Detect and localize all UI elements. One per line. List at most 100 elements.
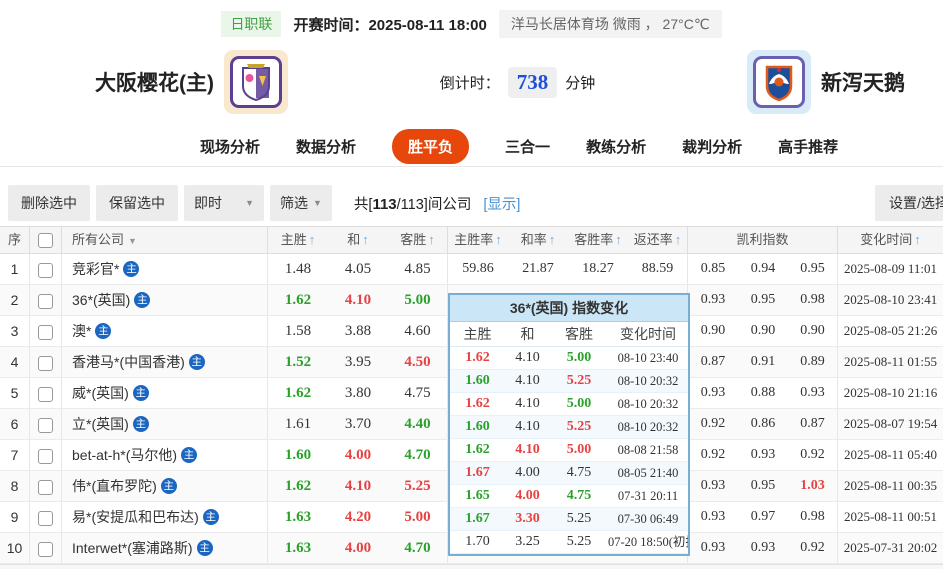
odds-cell[interactable]: 5.00 (388, 502, 448, 532)
odds-cell[interactable]: 1.61 (268, 409, 328, 439)
tab-5[interactable]: 教练分析 (586, 136, 646, 157)
odds-cell[interactable]: 3.80 (328, 378, 388, 408)
company-name[interactable]: 澳* (72, 316, 91, 346)
odds-cell[interactable]: 1.48 (268, 254, 328, 284)
odds-cell[interactable]: 4.60 (388, 316, 448, 346)
company-cell: 立*(英国) 主 (62, 409, 268, 439)
popup-headers: 主胜 和 客胜 变化时间 (450, 322, 688, 347)
header-return-rate[interactable]: 返还率 ↑ (628, 227, 688, 253)
company-name[interactable]: 立*(英国) (72, 409, 129, 439)
header-draw-rate[interactable]: 和率 ↑ (508, 227, 568, 253)
company-name[interactable]: 36*(英国) (72, 285, 130, 315)
popup-header-1: 主胜 (463, 326, 492, 342)
odds-cell[interactable]: 1.63 (268, 533, 328, 563)
header-draw-odds[interactable]: 和 ↑ (328, 227, 388, 253)
filter-select[interactable]: 筛选 ▼ (270, 185, 332, 221)
odds-time-select[interactable]: 即时 ▼ (184, 185, 264, 221)
row-checkbox[interactable] (38, 448, 53, 464)
checkbox-cell (30, 254, 62, 284)
popup-row: 1.60 4.10 5.25 08-10 20:32 (450, 416, 688, 439)
odds-cell[interactable]: 4.00 (328, 533, 388, 563)
header-change-time[interactable]: 变化时间 ↑ (838, 227, 943, 253)
odds-cell[interactable]: 1.62 (268, 471, 328, 501)
row-checkbox[interactable] (38, 510, 53, 526)
tab-2[interactable]: 数据分析 (296, 136, 356, 157)
odds-cell[interactable]: 4.10 (328, 471, 388, 501)
row-checkbox[interactable] (38, 541, 53, 557)
settings-select-button[interactable]: 设置/选择 (875, 185, 943, 221)
row-checkbox[interactable] (38, 417, 53, 433)
popup-time: 08-10 20:32 (617, 397, 679, 411)
header-home-odds[interactable]: 主胜 ↑ (268, 227, 328, 253)
company-name[interactable]: 竞彩官* (72, 254, 119, 284)
tab-7[interactable]: 高手推荐 (778, 136, 838, 157)
tab-6[interactable]: 裁判分析 (682, 136, 742, 157)
show-link[interactable]: [显示] (483, 193, 520, 214)
odds-cell[interactable]: 4.00 (328, 440, 388, 470)
odds-cell[interactable]: 5.25 (388, 471, 448, 501)
rate-cell: 88.59 (628, 254, 688, 284)
company-name[interactable]: Interwet*(塞浦路斯) (72, 533, 193, 563)
odds-cell[interactable]: 1.58 (268, 316, 328, 346)
kelly-cell: 0.95 (750, 292, 776, 307)
home-team-name[interactable]: 大阪樱花(主) (95, 67, 214, 97)
away-team-name[interactable]: 新泻天鹅 (821, 67, 905, 97)
company-name[interactable]: bet-at-h*(马尔他) (72, 440, 177, 470)
chevron-down-icon: ▼ (313, 198, 322, 208)
popup-time: 08-10 20:32 (617, 420, 679, 434)
odds-cell[interactable]: 4.70 (388, 533, 448, 563)
kelly-cell: 0.98 (788, 285, 838, 315)
odds-cell[interactable]: 5.00 (388, 285, 448, 315)
sort-asc-icon: ↑ (428, 232, 435, 247)
odds-cell[interactable]: 1.52 (268, 347, 328, 377)
odds-cell[interactable]: 4.75 (388, 378, 448, 408)
odds-cell[interactable]: 3.88 (328, 316, 388, 346)
home-badge-icon: 主 (196, 540, 213, 556)
keep-selected-button[interactable]: 保留选中 (96, 185, 178, 221)
header-away-odds[interactable]: 客胜 ↑ (388, 227, 448, 253)
row-index: 8 (0, 471, 30, 501)
odds-cell[interactable]: 1.60 (268, 440, 328, 470)
odds-cell[interactable]: 4.40 (388, 409, 448, 439)
odds-cell[interactable]: 1.63 (268, 502, 328, 532)
odds-cell[interactable]: 3.70 (328, 409, 388, 439)
company-name[interactable]: 香港马*(中国香港) (72, 347, 185, 377)
header-home-rate[interactable]: 主胜率 ↑ (448, 227, 508, 253)
row-checkbox[interactable] (38, 386, 53, 402)
odds-cell[interactable]: 1.62 (268, 285, 328, 315)
row-checkbox[interactable] (38, 262, 53, 278)
odds-cell[interactable]: 4.20 (328, 502, 388, 532)
odds-cell[interactable]: 4.70 (388, 440, 448, 470)
home-badge-icon: 主 (202, 509, 219, 525)
league-badge[interactable]: 日职联 (221, 11, 282, 37)
row-checkbox[interactable] (38, 324, 53, 340)
tab-1[interactable]: 现场分析 (200, 136, 260, 157)
popup-odds: 1.67 (465, 511, 490, 526)
tab-3[interactable]: 胜平负 (392, 128, 470, 164)
tab-4[interactable]: 三合一 (505, 136, 550, 157)
odds-cell[interactable]: 4.50 (388, 347, 448, 377)
odds-cell[interactable]: 1.62 (268, 378, 328, 408)
company-name[interactable]: 威*(英国) (72, 378, 129, 408)
odds-cell[interactable]: 4.10 (328, 285, 388, 315)
header-away-rate[interactable]: 客胜率 ↑ (568, 227, 628, 253)
row-checkbox[interactable] (38, 293, 53, 309)
header-company[interactable]: 所有公司 ▼ (62, 227, 268, 253)
company-name[interactable]: 伟*(直布罗陀) (72, 471, 157, 501)
change-time: 2025-08-11 00:35 (843, 478, 938, 493)
popup-header-4: 变化时间 (620, 326, 676, 342)
select-all-checkbox[interactable] (38, 233, 53, 249)
delete-selected-button[interactable]: 删除选中 (8, 185, 90, 221)
kelly-cell: 0.93 (700, 385, 726, 400)
change-time: 2025-08-11 05:40 (843, 447, 938, 462)
popup-odds: 3.25 (515, 534, 540, 549)
odds-cell[interactable]: 3.95 (328, 347, 388, 377)
popup-time: 08-10 20:32 (617, 374, 679, 388)
odds-cell[interactable]: 4.05 (328, 254, 388, 284)
odds-cell[interactable]: 4.85 (388, 254, 448, 284)
row-checkbox[interactable] (38, 479, 53, 495)
home-badge-icon: 主 (188, 354, 205, 370)
row-checkbox[interactable] (38, 355, 53, 371)
company-name[interactable]: 易*(安提瓜和巴布达) (72, 502, 199, 532)
sort-asc-icon: ↑ (674, 232, 682, 247)
